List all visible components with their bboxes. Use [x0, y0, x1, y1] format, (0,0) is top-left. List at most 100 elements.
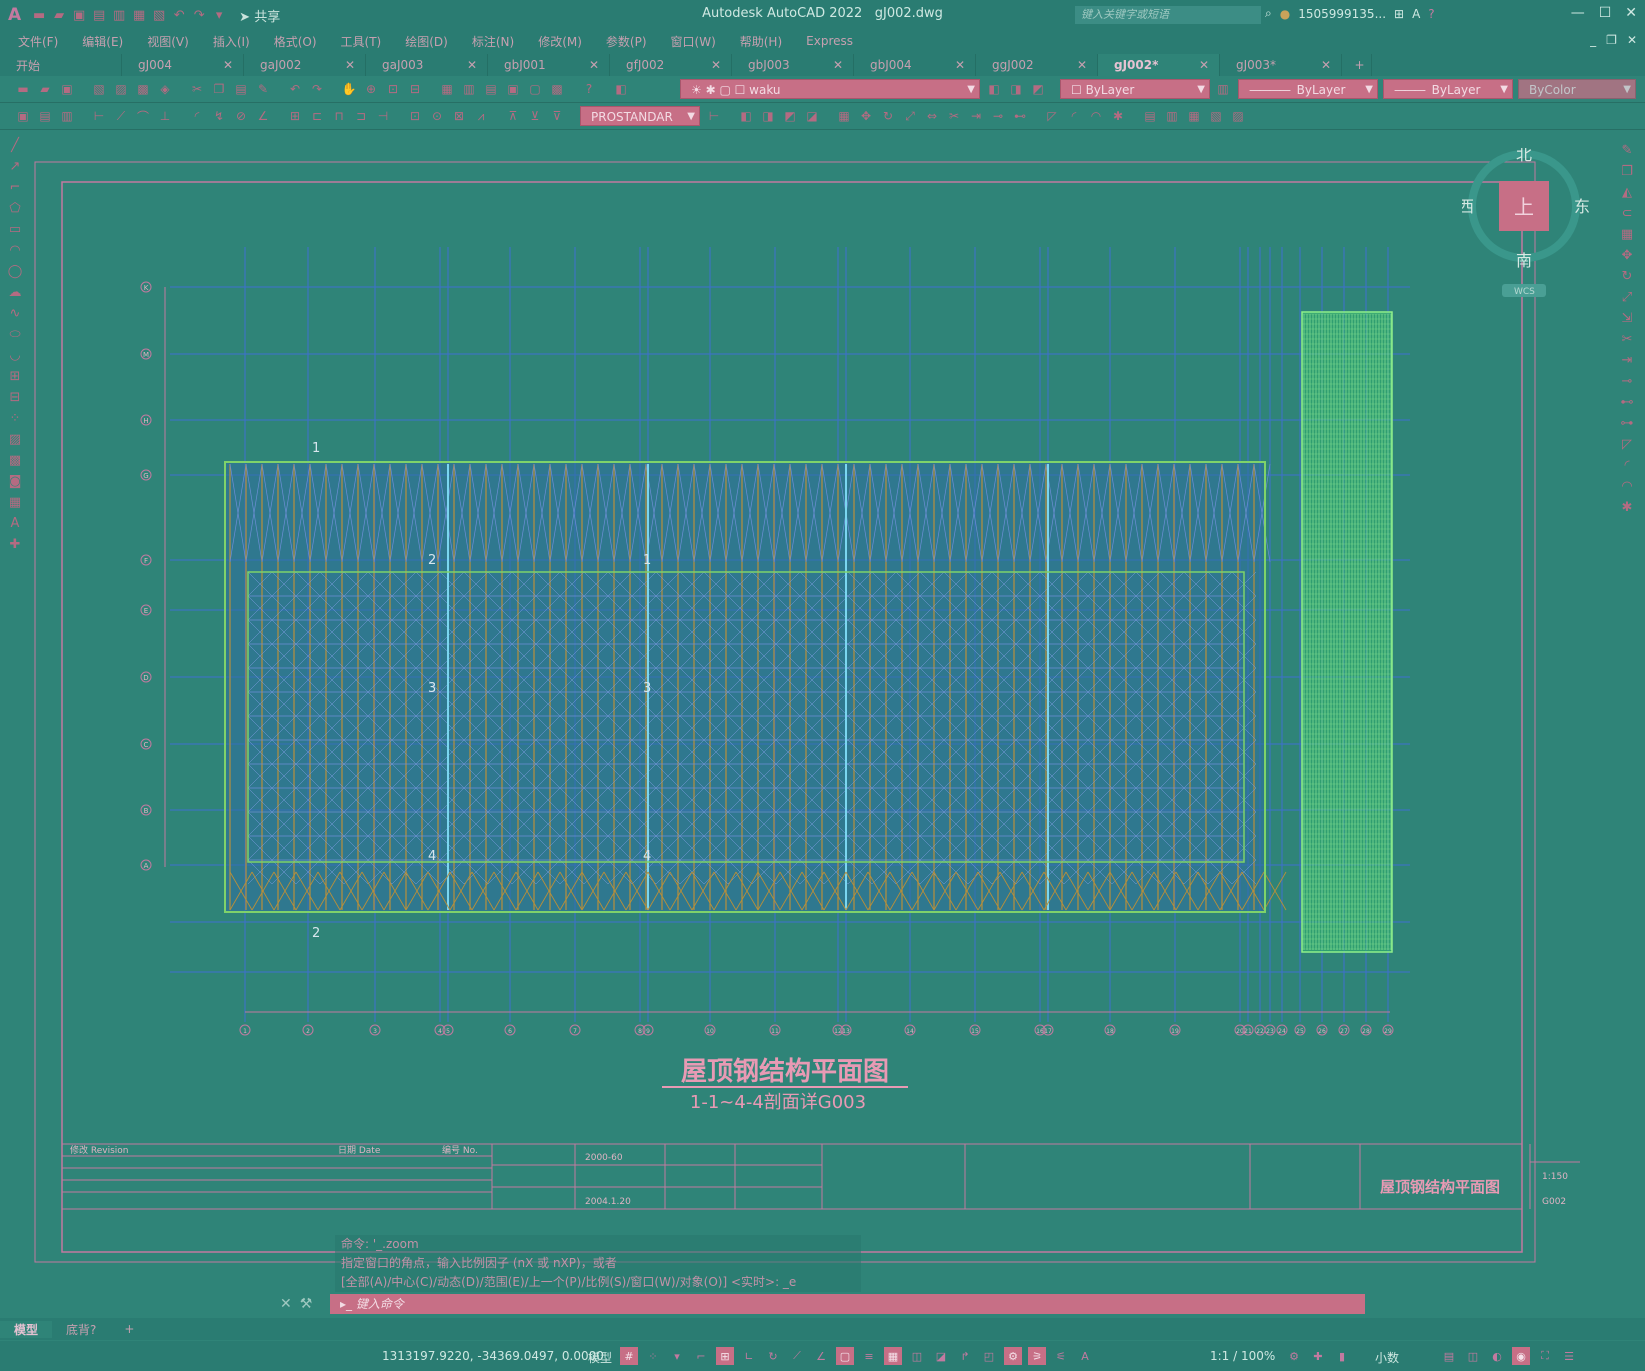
tab-close-icon[interactable]: ✕ [345, 58, 355, 72]
table-icon[interactable]: ▦ [5, 492, 25, 513]
autodesk-app-icon[interactable]: A [1412, 7, 1420, 21]
extend-icon[interactable]: ⇥ [1617, 350, 1637, 371]
tab-close-icon[interactable]: ✕ [955, 58, 965, 72]
region-icon[interactable]: ◙ [5, 471, 25, 492]
3d-osnap-icon[interactable]: ◪ [932, 1347, 950, 1365]
continue-dim-icon[interactable]: ⊓ [330, 107, 348, 125]
center-mark-icon[interactable]: ⊙ [428, 107, 446, 125]
markup-icon[interactable]: ▢ [526, 80, 544, 98]
zoom-previous-icon[interactable]: ⊟ [406, 80, 424, 98]
tab-gj003[interactable]: gJ003* ✕ [1220, 54, 1342, 76]
erase-icon[interactable]: ✎ [1617, 140, 1637, 161]
array-icon[interactable]: ▦ [835, 107, 853, 125]
menu-edit[interactable]: 编辑(E) [70, 33, 135, 50]
linetype-manager-icon[interactable]: ▥ [1214, 80, 1232, 98]
polar-icon[interactable]: ↻ [764, 1347, 782, 1365]
menu-parametric[interactable]: 参数(P) [594, 33, 659, 50]
scale-icon[interactable]: ⤢ [1617, 287, 1637, 308]
insert-block-icon[interactable]: ⊞ [5, 366, 25, 387]
circle-icon[interactable]: ◯ [5, 261, 25, 282]
move-icon[interactable]: ✥ [1617, 245, 1637, 266]
web-open-icon[interactable]: ▥ [111, 7, 127, 23]
zoom-realtime-icon[interactable]: ⊕ [362, 80, 380, 98]
aligned-dim-icon[interactable]: ⟋ [112, 107, 130, 125]
ellipse-arc-icon[interactable]: ◡ [5, 345, 25, 366]
annotation-monitor-icon[interactable]: ✚ [1309, 1347, 1327, 1365]
add-layout-button[interactable]: + [110, 1322, 148, 1336]
layer-previous-icon[interactable]: ◨ [1007, 80, 1025, 98]
osnap-icon[interactable]: ▢ [836, 1347, 854, 1365]
ortho-icon[interactable]: ∟ [740, 1347, 758, 1365]
explode-icon[interactable]: ✱ [1109, 107, 1127, 125]
undo-icon[interactable]: ↶ [171, 7, 187, 23]
close-icon[interactable]: ✕ [1625, 5, 1637, 21]
arc-icon[interactable]: ◠ [5, 240, 25, 261]
ordinate-dim-icon[interactable]: ⊥ [156, 107, 174, 125]
hardware-accel-icon[interactable]: ◉ [1512, 1347, 1530, 1365]
lock-ui-icon[interactable]: ◫ [1464, 1347, 1482, 1365]
block-icon[interactable]: ▧ [1207, 107, 1225, 125]
selection-filter-icon[interactable]: ◰ [980, 1347, 998, 1365]
tab-gbj004[interactable]: gbJ004 ✕ [854, 54, 976, 76]
autocad-logo-icon[interactable]: A [8, 5, 21, 25]
trim-icon[interactable]: ✂ [945, 107, 963, 125]
menu-window[interactable]: 窗口(W) [659, 33, 728, 50]
rectangle-icon[interactable]: ▭ [5, 219, 25, 240]
selection-cycling-icon[interactable]: ◫ [908, 1347, 926, 1365]
clean-screen-icon[interactable]: ⛶ [1536, 1347, 1554, 1365]
customization-menu-icon[interactable]: ☰ [1560, 1347, 1578, 1365]
chamfer-icon[interactable]: ◸ [1043, 107, 1061, 125]
plot-icon[interactable]: ▧ [151, 7, 167, 23]
user-name[interactable]: 1505999135... [1298, 7, 1386, 21]
drawing-canvas[interactable]: KMHGFEDCBA 1 2 3 4 5 6 7 8 9 10 11 12 13 14 15 16 17 18 19… [30, 132, 1610, 1292]
layer-properties-icon[interactable]: ◧ [612, 80, 630, 98]
dim-break-icon[interactable]: ⊣ [374, 107, 392, 125]
lineweight-icon[interactable]: ≡ [860, 1347, 878, 1365]
gizmo-icon[interactable]: ⚙ [1004, 1347, 1022, 1365]
units-readout[interactable]: 小数 [1375, 1349, 1399, 1366]
tolerance-icon[interactable]: ⊡ [406, 107, 424, 125]
compass-east[interactable]: 东 [1574, 197, 1590, 216]
pan-icon[interactable]: ✋ [340, 80, 358, 98]
jogged-dim-icon[interactable]: ↯ [210, 107, 228, 125]
add-selected-icon[interactable]: ✚ [5, 534, 25, 555]
web-save-icon[interactable]: ▦ [131, 7, 147, 23]
wrench-icon[interactable]: ⚒ [300, 1296, 313, 1312]
layer-match-icon[interactable]: ◩ [1029, 80, 1047, 98]
match-icon[interactable]: ▣ [14, 107, 32, 125]
doc-close-icon[interactable]: ✕ [1627, 33, 1637, 47]
close-icon[interactable]: ✕ [280, 1296, 292, 1312]
move-icon[interactable]: ✥ [857, 107, 875, 125]
coordinate-readout[interactable]: 1313197.9220, -34369.0497, 0.0000 [382, 1349, 604, 1363]
polygon-icon[interactable]: ⬠ [5, 198, 25, 219]
open-file-icon[interactable]: ▰ [51, 7, 67, 23]
compass-west[interactable]: 西 [1462, 197, 1474, 216]
make-block-icon[interactable]: ⊟ [5, 387, 25, 408]
color-dropdown[interactable]: ☐ ByLayer ▼ [1060, 79, 1210, 99]
ellipse-icon[interactable]: ⬭ [5, 324, 25, 345]
stretch-icon[interactable]: ⇲ [1617, 308, 1637, 329]
dropdown-icon[interactable]: ▾ [668, 1347, 686, 1365]
make-current-icon[interactable]: ◧ [985, 80, 1003, 98]
group-icon[interactable]: ▥ [1163, 107, 1181, 125]
search-input[interactable]: 键入关键字或短语 [1075, 6, 1261, 24]
dim-text-edit-icon[interactable]: ⊻ [526, 107, 544, 125]
menu-insert[interactable]: 插入(I) [201, 33, 262, 50]
dimstyle-dropdown[interactable]: PROSTANDAR ▼ [580, 106, 700, 126]
tab-close-icon[interactable]: ✕ [1077, 58, 1087, 72]
polyline-icon[interactable]: ⌐ [5, 177, 25, 198]
dyn-input-icon[interactable]: ⊞ [716, 1347, 734, 1365]
trim-icon[interactable]: ✂ [1617, 329, 1637, 350]
arc-length-icon[interactable]: ⌒ [134, 107, 152, 125]
infer-icon[interactable]: ⌐ [692, 1347, 710, 1365]
minimize-icon[interactable]: — [1571, 5, 1585, 21]
save-icon[interactable]: ▣ [58, 80, 76, 98]
cart-icon[interactable]: ⊞ [1394, 7, 1404, 21]
grid-icon[interactable]: # [620, 1347, 638, 1365]
tab-gaj003[interactable]: gaJ003 ✕ [366, 54, 488, 76]
share-button[interactable]: ➤ 共享 [239, 6, 280, 25]
offset-icon[interactable]: ◪ [803, 107, 821, 125]
stretch-icon[interactable]: ⇔ [923, 107, 941, 125]
mirror-icon[interactable]: ◩ [781, 107, 799, 125]
extend-icon[interactable]: ⇥ [967, 107, 985, 125]
